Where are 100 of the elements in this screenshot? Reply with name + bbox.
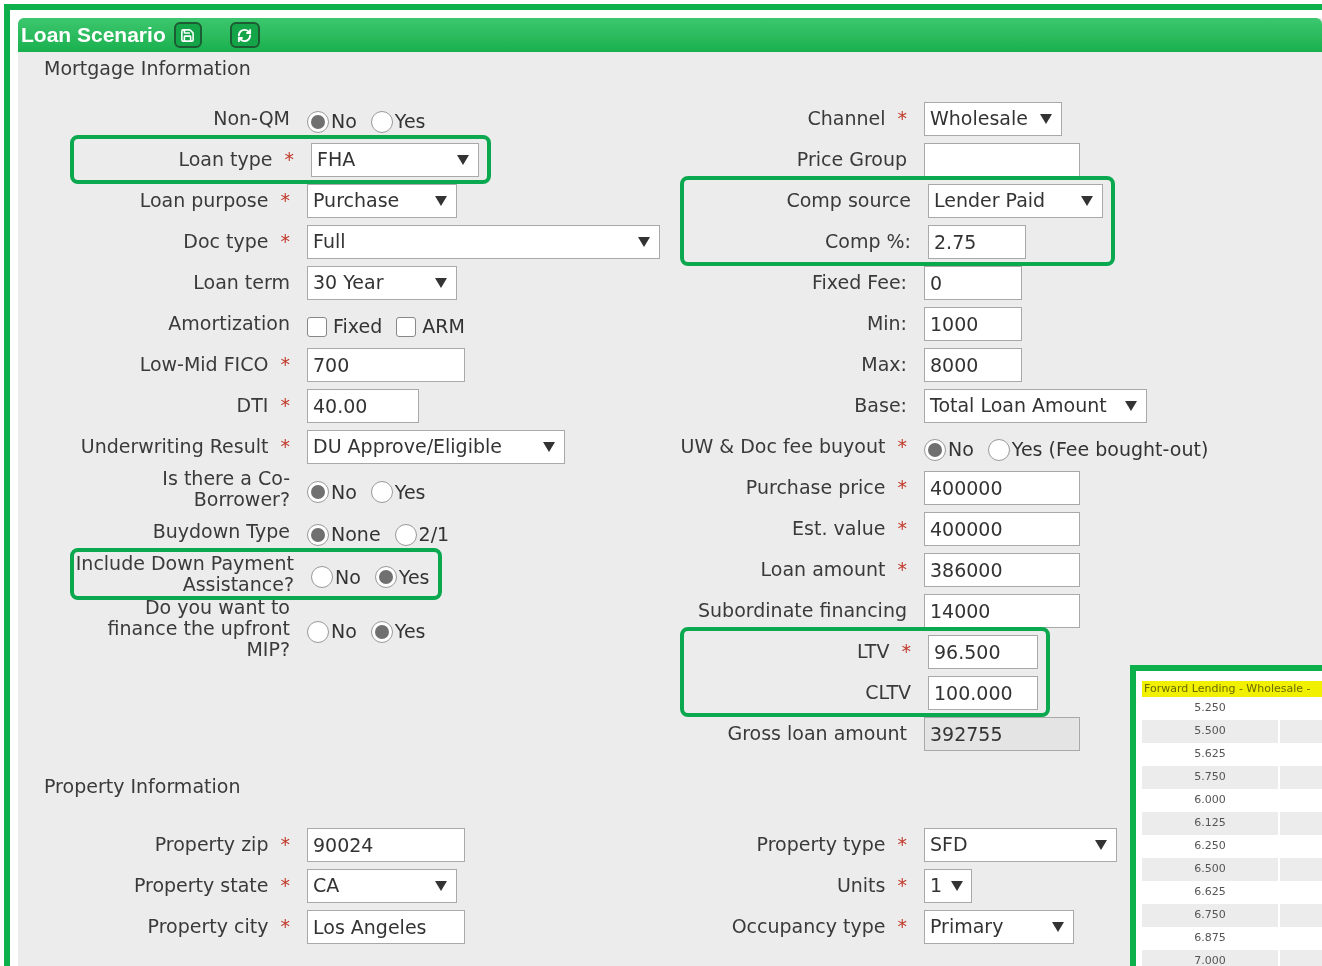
select-field[interactable]: 1 <box>924 868 972 903</box>
radio-button[interactable] <box>307 110 329 133</box>
text-field[interactable]: 14000 <box>924 593 1080 628</box>
required-mark: * <box>897 436 907 457</box>
select-field[interactable]: SFD <box>924 827 1117 862</box>
save-button[interactable] <box>173 22 202 48</box>
field-label: Amortization <box>168 312 290 334</box>
required-mark: * <box>280 231 290 252</box>
radio-button[interactable] <box>370 110 393 133</box>
field-label: Underwriting Result <box>80 435 269 457</box>
refresh-button[interactable] <box>229 22 260 48</box>
radio-button[interactable] <box>987 438 1010 461</box>
refresh-icon <box>237 27 253 43</box>
text-field[interactable]: 400000 <box>924 470 1080 505</box>
radio-label: 2/1 <box>418 522 450 548</box>
caret-icon <box>1080 194 1094 207</box>
select-field[interactable]: DU Approve/Eligible <box>307 429 565 464</box>
required-mark: * <box>897 559 907 580</box>
field-label: DTI <box>236 394 269 416</box>
text-field[interactable]: 40.00 <box>307 388 419 423</box>
field-label: Property state <box>133 874 269 896</box>
rate-value: 5.750 <box>1193 769 1227 786</box>
radio-label: No <box>331 109 357 135</box>
caret-icon <box>1094 838 1108 851</box>
required-mark: * <box>284 149 294 170</box>
rate-table-title: Forward Lending - Wholesale - <box>1142 681 1322 697</box>
field-label: Doc type <box>183 230 269 252</box>
field-label: CLTV <box>865 681 911 703</box>
select-field[interactable]: Wholesale <box>924 101 1062 136</box>
field-label: Gross loan amount <box>727 722 907 744</box>
rate-value: 5.625 <box>1193 746 1227 763</box>
field-label: Loan amount <box>760 558 886 580</box>
rate-value: 5.250 <box>1193 700 1227 717</box>
field-label: Max: <box>861 353 907 375</box>
select-field[interactable]: Full <box>307 224 660 259</box>
field-label: Subordinate financing <box>698 599 907 621</box>
select-field[interactable]: FHA <box>311 142 479 177</box>
field-label: Fixed Fee: <box>812 271 907 293</box>
panel-title: Loan Scenario <box>21 22 166 49</box>
select-field[interactable]: 30 Year <box>307 265 457 300</box>
select-field[interactable]: Total Loan Amount <box>924 388 1147 423</box>
caret-icon <box>434 276 448 289</box>
radio-button[interactable] <box>307 481 329 503</box>
field-label: Low-Mid FICO <box>139 353 269 375</box>
field-label: Property city <box>147 915 269 937</box>
radio-button[interactable] <box>311 566 333 588</box>
field-label: Buydown Type <box>152 520 290 542</box>
radio-button[interactable] <box>307 523 329 546</box>
field-label: Is there a Co-Borrower? <box>162 467 290 510</box>
text-field[interactable] <box>924 142 1080 177</box>
radio-label: Yes (Fee bought-out) <box>1011 437 1209 463</box>
field-label: Property zip <box>154 833 269 855</box>
text-field[interactable]: 0 <box>924 265 1022 300</box>
text-field[interactable]: 1000 <box>924 306 1022 341</box>
radio-button[interactable] <box>370 481 393 503</box>
required-mark: * <box>897 875 907 896</box>
field-label: Min: <box>866 312 907 334</box>
radio-button[interactable] <box>370 620 393 643</box>
radio-button[interactable] <box>394 523 417 546</box>
text-field[interactable]: 700 <box>307 347 465 382</box>
text-field[interactable]: 400000 <box>924 511 1080 546</box>
field-label: Comp source <box>786 189 911 211</box>
caret-icon <box>434 879 448 892</box>
required-mark: * <box>280 436 290 457</box>
rate-value: 6.875 <box>1193 930 1227 947</box>
select-field[interactable]: Primary <box>924 909 1074 944</box>
select-field[interactable]: Purchase <box>307 183 457 218</box>
rate-value: 6.000 <box>1193 792 1227 809</box>
field-label: Non-QM <box>213 107 290 129</box>
required-mark: * <box>897 916 907 937</box>
checkbox[interactable] <box>396 316 417 337</box>
text-field[interactable]: 2.75 <box>928 224 1026 259</box>
text-field[interactable]: 386000 <box>924 552 1080 587</box>
field-label: Price Group <box>796 148 907 170</box>
field-label: Loan type <box>178 148 273 170</box>
caret-icon <box>637 235 651 248</box>
text-field[interactable]: 8000 <box>924 347 1022 382</box>
field-label: Property type <box>756 833 886 855</box>
required-mark: * <box>901 641 911 662</box>
field-label: Loan term <box>193 271 290 293</box>
field-label: Occupancy type <box>731 915 886 937</box>
radio-button[interactable] <box>924 438 946 461</box>
radio-label: No <box>948 437 974 463</box>
save-icon <box>180 27 196 43</box>
text-field[interactable]: Los Angeles <box>307 909 465 944</box>
radio-label: Yes <box>394 479 426 505</box>
radio-label: Yes <box>394 109 426 135</box>
radio-label: No <box>331 479 357 505</box>
radio-button[interactable] <box>307 620 329 643</box>
text-field[interactable]: 90024 <box>307 827 465 862</box>
caret-icon <box>456 153 470 166</box>
required-mark: * <box>897 477 907 498</box>
radio-button[interactable] <box>374 566 397 588</box>
text-field[interactable]: 100.000 <box>928 675 1038 710</box>
select-field[interactable]: CA <box>307 868 457 903</box>
caret-icon <box>434 194 448 207</box>
checkbox[interactable] <box>307 316 327 337</box>
select-field[interactable]: Lender Paid <box>928 183 1103 218</box>
checkbox-label: ARM <box>422 314 465 340</box>
text-field[interactable]: 96.500 <box>928 634 1038 669</box>
